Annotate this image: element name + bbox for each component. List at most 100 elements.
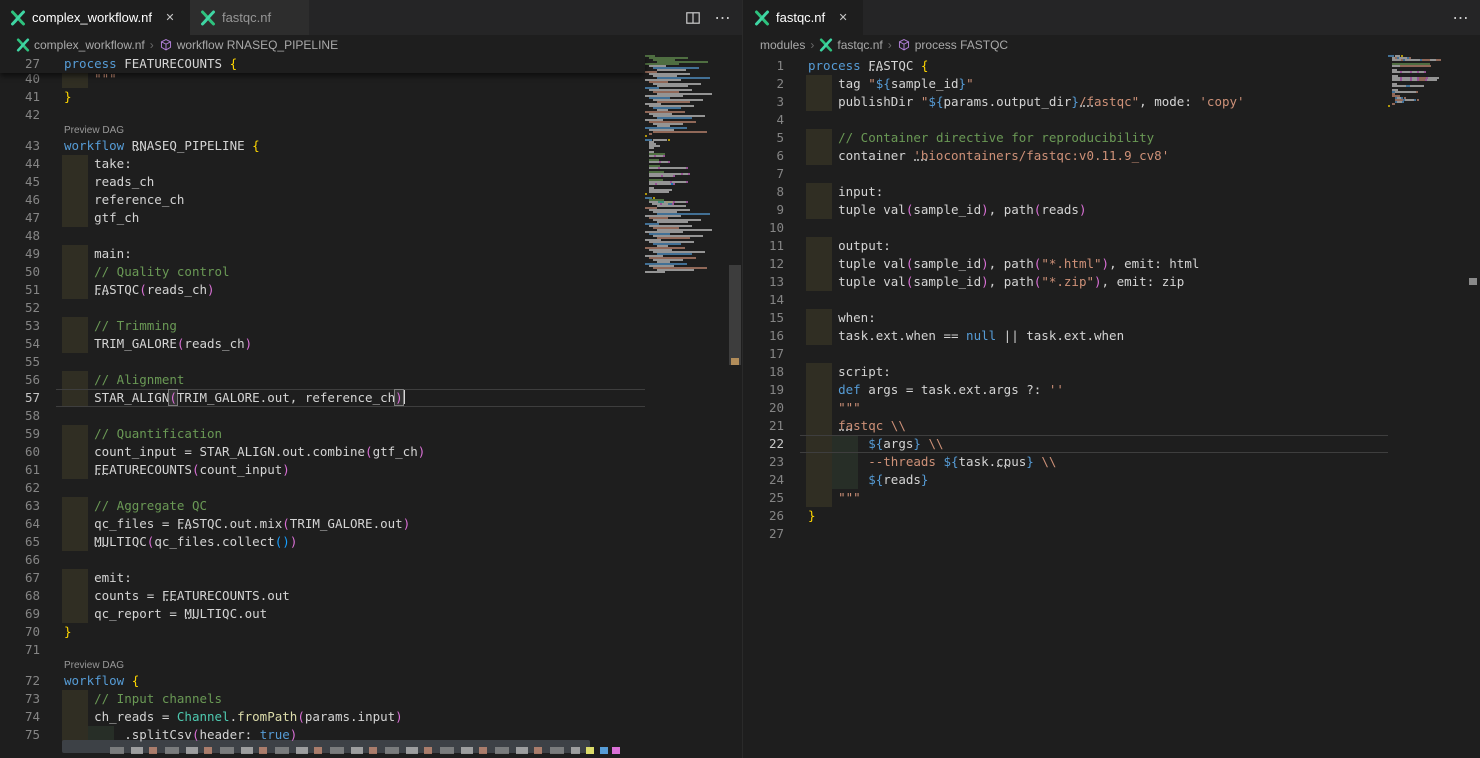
tab-close-icon[interactable]: ✕	[835, 10, 851, 26]
code-line[interactable]: 27	[744, 525, 1388, 543]
code-editor[interactable]: 40 """41}42Preview DAG43workflow RNASEQ_…	[0, 55, 742, 758]
code-line[interactable]: 11 output:	[744, 237, 1388, 255]
breadcrumb-item[interactable]: workflow RNASEQ_PIPELINE	[159, 38, 338, 52]
code-line[interactable]: 54 TRIM_GALORE(reads_ch)	[0, 335, 645, 353]
code-line[interactable]: 26}	[744, 507, 1388, 525]
line-number: 71	[0, 641, 40, 659]
breadcrumb-item[interactable]: fastqc.nf	[819, 38, 882, 52]
code-line[interactable]: 46 reference_ch	[0, 191, 645, 209]
minimap[interactable]	[1388, 55, 1466, 758]
code-line[interactable]: 9 tuple val(sample_id), path(reads)	[744, 201, 1388, 219]
code-line[interactable]: 20 """	[744, 399, 1388, 417]
line-number: 48	[0, 227, 40, 245]
nextflow-icon	[16, 38, 30, 52]
code-line[interactable]: 71	[0, 641, 645, 659]
code-editor[interactable]: 1process FASTQC {2 tag "${sample_id}"3 p…	[744, 55, 1480, 758]
code-line[interactable]: 56 // Alignment	[0, 371, 645, 389]
scrollbar[interactable]	[728, 55, 742, 758]
code-line[interactable]: 22 ${args} \\	[744, 435, 1388, 453]
code-line[interactable]: 41}	[0, 88, 645, 106]
code-line[interactable]: 45 reads_ch	[0, 173, 645, 191]
breadcrumb-item[interactable]: process FASTQC	[897, 38, 1008, 52]
code-line[interactable]: 59 // Quantification	[0, 425, 645, 443]
breadcrumb-item[interactable]: modules	[760, 38, 805, 52]
code-line[interactable]: 69 qc_report = MULTIQC.out	[0, 605, 645, 623]
code-line[interactable]: 42	[0, 106, 645, 124]
code-line[interactable]: 53 // Trimming	[0, 317, 645, 335]
code-line[interactable]: 65 MULTIQC(qc_files.collect())	[0, 533, 645, 551]
code-line[interactable]: 57 STAR_ALIGN(TRIM_GALORE.out, reference…	[0, 389, 645, 407]
code-line[interactable]: 52	[0, 299, 645, 317]
scrollbar[interactable]	[1466, 55, 1480, 758]
code-line[interactable]: 51 FASTQC(reads_ch)	[0, 281, 645, 299]
code-token	[64, 426, 94, 441]
code-line[interactable]: 61 FEATURECOUNTS(count_input)	[0, 461, 645, 479]
tab-complex_workflow.nf[interactable]: complex_workflow.nf✕	[0, 0, 190, 35]
code-line[interactable]: 19 def args = task.ext.args ?: ''	[744, 381, 1388, 399]
code-token	[808, 418, 838, 433]
code-token: qc_files =	[64, 516, 177, 531]
code-line[interactable]: 4	[744, 111, 1388, 129]
code-line[interactable]: 55	[0, 353, 645, 371]
code-line[interactable]: 17	[744, 345, 1388, 363]
code-line[interactable]: 27process FEATURECOUNTS {	[0, 55, 645, 73]
code-line[interactable]: 74 ch_reads = Channel.fromPath(params.in…	[0, 708, 645, 726]
code-line[interactable]: 13 tuple val(sample_id), path("*.zip"), …	[744, 273, 1388, 291]
split-editor-icon[interactable]	[682, 7, 704, 29]
code-line[interactable]: 21 fastqc \\	[744, 417, 1388, 435]
sticky-scroll-header[interactable]: 27process FEATURECOUNTS {	[0, 55, 645, 73]
code-line[interactable]: 64 qc_files = FASTQC.out.mix(TRIM_GALORE…	[0, 515, 645, 533]
line-number: 41	[0, 88, 40, 106]
more-actions-icon[interactable]: ⋯	[712, 7, 734, 29]
code-line[interactable]: 16 task.ext.when == null || task.ext.whe…	[744, 327, 1388, 345]
code-line[interactable]: 8 input:	[744, 183, 1388, 201]
code-line[interactable]: 49 main:	[0, 245, 645, 263]
minimap-bar	[665, 191, 669, 193]
code-line[interactable]: 10	[744, 219, 1388, 237]
code-line[interactable]: 48	[0, 227, 645, 245]
codelens-preview-dag[interactable]: Preview DAG	[0, 659, 645, 672]
code-line[interactable]: 66	[0, 551, 645, 569]
code-line[interactable]: 62	[0, 479, 645, 497]
code-token: "	[966, 76, 974, 91]
more-actions-icon[interactable]: ⋯	[1450, 7, 1472, 29]
code-line[interactable]: 24 ${reads}	[744, 471, 1388, 489]
code-line[interactable]: 68 counts = FEATURECOUNTS.out	[0, 587, 645, 605]
minimap[interactable]	[645, 55, 728, 758]
code-line[interactable]: 3 publishDir "${params.output_dir}/fastq…	[744, 93, 1388, 111]
breadcrumb-item[interactable]: complex_workflow.nf	[16, 38, 145, 52]
code-line[interactable]: 43workflow RNASEQ_PIPELINE {	[0, 137, 645, 155]
code-line[interactable]: 1process FASTQC {	[744, 57, 1388, 75]
code-line[interactable]: 2 tag "${sample_id}"	[744, 75, 1388, 93]
code-line[interactable]: 72workflow {	[0, 672, 645, 690]
tab-fastqc.nf[interactable]: fastqc.nf✕	[744, 0, 863, 35]
code-line[interactable]: 25 """	[744, 489, 1388, 507]
tab-close-icon[interactable]: ✕	[162, 10, 178, 26]
code-line[interactable]: 60 count_input = STAR_ALIGN.out.combine(…	[0, 443, 645, 461]
line-number: 44	[0, 155, 40, 173]
tab-fastqc.nf[interactable]: fastqc.nf✕	[190, 0, 310, 35]
code-line[interactable]: 70}	[0, 623, 645, 641]
code-line[interactable]: 58	[0, 407, 645, 425]
code-line[interactable]: 23 --threads ${task.cpus} \\	[744, 453, 1388, 471]
code-line[interactable]: 50 // Quality control	[0, 263, 645, 281]
code-line[interactable]: 63 // Aggregate QC	[0, 497, 645, 515]
code-line[interactable]: 47 gtf_ch	[0, 209, 645, 227]
code-line[interactable]: 7	[744, 165, 1388, 183]
code-line[interactable]: 6 container 'biocontainers/fastqc:v0.11.…	[744, 147, 1388, 165]
code-line[interactable]: 18 script:	[744, 363, 1388, 381]
code-line[interactable]: 67 emit:	[0, 569, 645, 587]
minimap-bar	[657, 183, 671, 185]
codelens-preview-dag[interactable]: Preview DAG	[0, 124, 645, 137]
code-line[interactable]: 75 .splitCsv(header: true)	[0, 726, 645, 744]
code-token: tag	[808, 76, 868, 91]
code-line[interactable]: 44 take:	[0, 155, 645, 173]
code-line[interactable]: 12 tuple val(sample_id), path("*.html"),…	[744, 255, 1388, 273]
code-line[interactable]: 5 // Container directive for reproducibi…	[744, 129, 1388, 147]
code-line[interactable]: 15 when:	[744, 309, 1388, 327]
code-line[interactable]: 73 // Input channels	[0, 690, 645, 708]
code-line[interactable]: 14	[744, 291, 1388, 309]
code-token: }	[959, 76, 967, 91]
scrollbar-thumb[interactable]	[729, 265, 741, 365]
code-token: workflow	[64, 673, 124, 688]
